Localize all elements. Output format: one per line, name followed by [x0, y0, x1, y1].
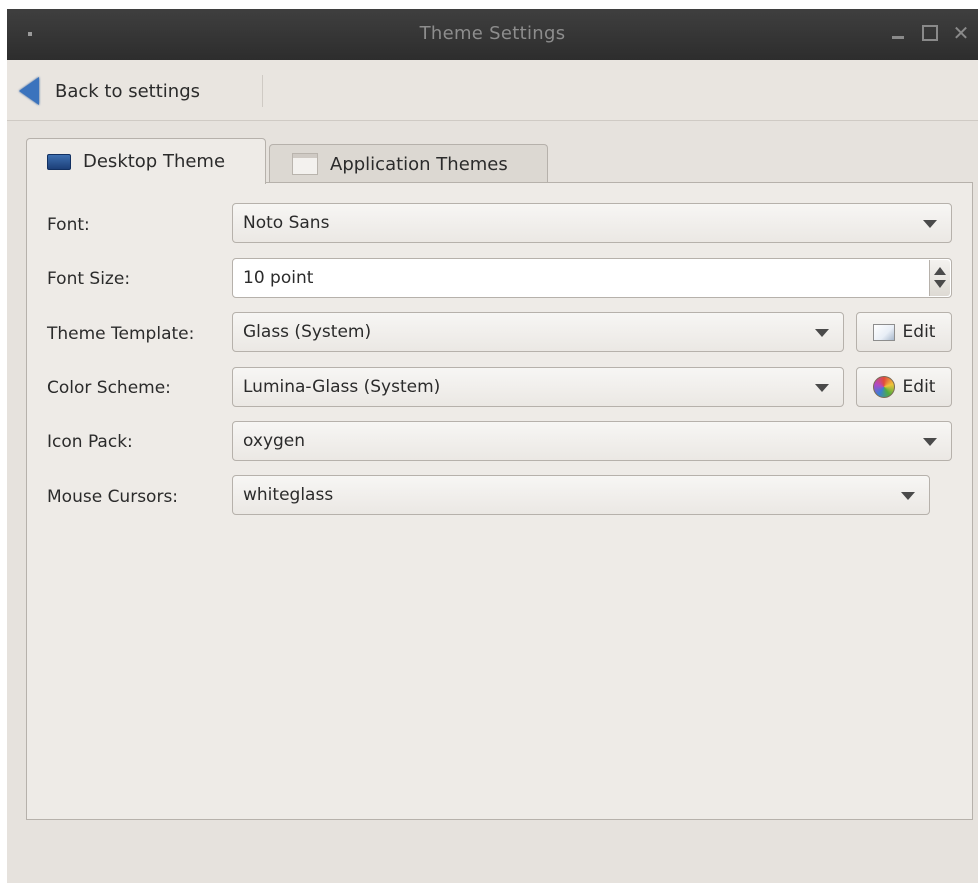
- maximize-icon: [922, 25, 938, 41]
- color-scheme-value: Lumina-Glass (System): [243, 377, 441, 397]
- color-scheme-label: Color Scheme:: [47, 378, 171, 398]
- tab-desktop-theme[interactable]: Desktop Theme: [26, 138, 266, 184]
- application-window-icon: [292, 153, 318, 175]
- icon-pack-label: Icon Pack:: [47, 432, 133, 452]
- font-size-spinbox[interactable]: 10 point: [232, 258, 952, 298]
- close-button[interactable]: ✕: [949, 21, 973, 45]
- mouse-cursors-select[interactable]: whiteglass: [232, 475, 930, 515]
- font-select[interactable]: Noto Sans: [232, 203, 952, 243]
- desktop-theme-panel: Font: Noto Sans Font Size: 10 point Them…: [26, 182, 973, 820]
- spin-buttons[interactable]: [929, 260, 950, 296]
- title-bar[interactable]: Theme Settings ✕: [7, 9, 978, 60]
- icon-pack-value: oxygen: [243, 431, 306, 451]
- minimize-icon: [892, 36, 904, 39]
- toolbar: Back to settings: [7, 60, 978, 121]
- font-label: Font:: [47, 215, 90, 235]
- color-palette-icon: [872, 376, 895, 398]
- theme-template-edit-button[interactable]: Edit: [856, 312, 952, 352]
- back-arrow-icon: [19, 77, 39, 105]
- spin-up-icon[interactable]: [934, 267, 946, 275]
- close-icon: ✕: [952, 21, 970, 45]
- color-scheme-edit-button[interactable]: Edit: [856, 367, 952, 407]
- toolbar-separator: [262, 75, 263, 107]
- window-title: Theme Settings: [419, 23, 566, 44]
- color-scheme-edit-label: Edit: [902, 377, 936, 397]
- maximize-button[interactable]: [917, 21, 941, 45]
- tab-desktop-theme-label: Desktop Theme: [83, 151, 226, 172]
- tab-application-themes-label: Application Themes: [330, 153, 508, 175]
- font-value: Noto Sans: [243, 213, 330, 233]
- tab-application-themes[interactable]: Application Themes: [269, 144, 548, 183]
- theme-template-edit-label: Edit: [902, 322, 936, 342]
- color-scheme-select[interactable]: Lumina-Glass (System): [232, 367, 844, 407]
- chevron-down-icon: [815, 384, 829, 392]
- font-size-label: Font Size:: [47, 269, 131, 289]
- theme-template-select[interactable]: Glass (System): [232, 312, 844, 352]
- mouse-cursors-label: Mouse Cursors:: [47, 487, 179, 507]
- theme-template-value: Glass (System): [243, 322, 372, 342]
- spin-down-icon[interactable]: [934, 280, 946, 288]
- theme-settings-window: Theme Settings ✕ Back to settings Deskto…: [7, 9, 978, 883]
- font-size-value: 10 point: [243, 268, 314, 288]
- back-to-settings-label: Back to settings: [55, 80, 200, 102]
- theme-template-label: Theme Template:: [47, 324, 195, 344]
- chevron-down-icon: [901, 492, 915, 500]
- chevron-down-icon: [815, 329, 829, 337]
- monitor-icon: [47, 153, 71, 170]
- back-to-settings-button[interactable]: Back to settings: [19, 73, 214, 109]
- minimize-button[interactable]: [887, 21, 911, 45]
- mouse-cursors-value: whiteglass: [243, 485, 334, 505]
- icon-pack-select[interactable]: oxygen: [232, 421, 952, 461]
- chevron-down-icon: [923, 438, 937, 446]
- edit-template-icon: [872, 323, 895, 341]
- chevron-down-icon: [923, 220, 937, 228]
